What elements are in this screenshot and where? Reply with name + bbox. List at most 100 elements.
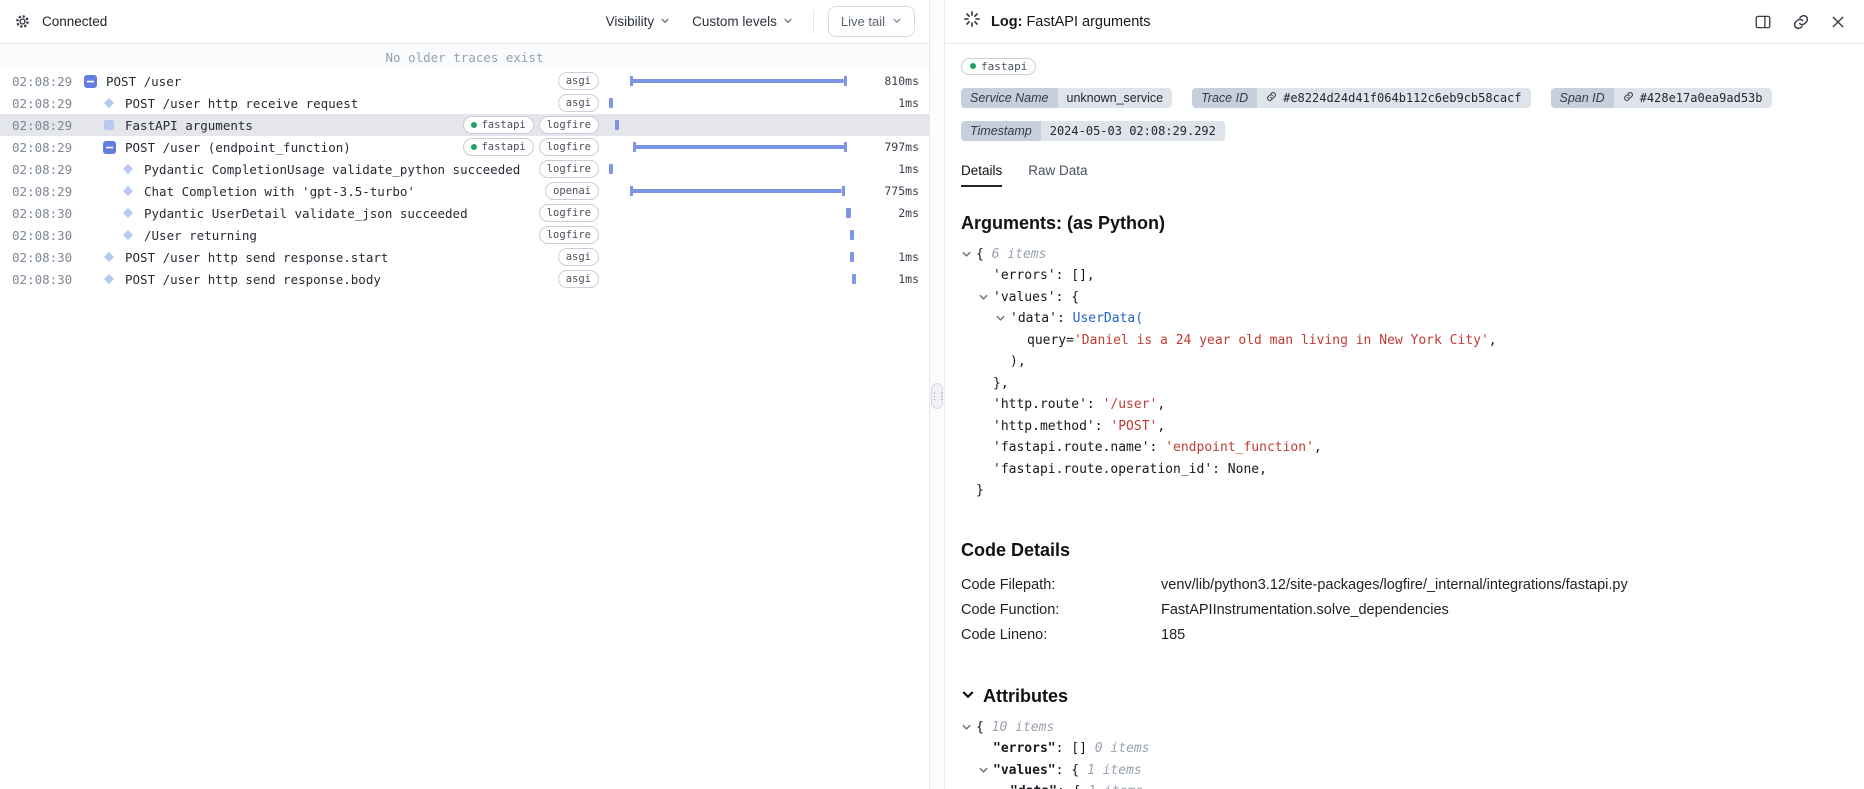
trace-label: FastAPI arguments	[125, 118, 253, 133]
chevron-down-icon	[660, 14, 670, 29]
duration-bar-track	[609, 229, 861, 241]
trace-label: POST /user (endpoint_function)	[125, 140, 351, 155]
chevron-down-icon[interactable]	[961, 686, 975, 707]
duration-bar	[630, 76, 847, 86]
trace-timestamp: 02:08:29	[12, 140, 84, 155]
panel-resize-divider[interactable]: ⋮⋮	[929, 0, 945, 789]
arguments-json-tree: { 6 items'errors': [],'values': {'data':…	[961, 244, 1846, 502]
scope-badge-logfire: logfire	[539, 160, 599, 178]
trace-row[interactable]: 02:08:30Pydantic UserDetail validate_jso…	[0, 202, 929, 224]
scope-badge-asgi: asgi	[558, 72, 599, 90]
dock-panel-icon[interactable]	[1754, 13, 1772, 31]
trace-row[interactable]: 02:08:29 POST /user (endpoint_function) fa…	[0, 136, 929, 158]
trace-row[interactable]: 02:08:29POST /userasgi810ms	[0, 70, 929, 92]
code-detail-value: FastAPIInstrumentation.solve_dependencie…	[1161, 598, 1449, 623]
tree-collapse-chevron-icon[interactable]	[978, 292, 989, 303]
scope-badge-fastapi: fastapi	[463, 138, 533, 156]
json-tree-line: 'http.method': 'POST',	[961, 416, 1846, 438]
green-dot-icon	[471, 122, 477, 128]
duration-bar-track	[609, 75, 861, 87]
trace-label: Pydantic CompletionUsage validate_python…	[144, 162, 520, 177]
badge-group: asgi	[558, 94, 599, 112]
scope-badge-asgi: asgi	[558, 94, 599, 112]
trace-row[interactable]: 02:08:30 POST /user http send response.st…	[0, 246, 929, 268]
trace-timestamp: 02:08:30	[12, 228, 84, 243]
service-name-chip: Service Name unknown_service	[961, 88, 1172, 108]
trace-timestamp: 02:08:29	[12, 184, 84, 199]
json-tree-line: "values": { 1 items	[961, 760, 1846, 782]
tab-raw-data[interactable]: Raw Data	[1028, 163, 1087, 187]
code-detail-value: venv/lib/python3.12/site-packages/logfir…	[1161, 573, 1628, 598]
collapse-square-icon[interactable]	[84, 75, 98, 88]
trace-row[interactable]: 02:08:29Pydantic CompletionUsage validat…	[0, 158, 929, 180]
scope-badge-logfire: logfire	[539, 226, 599, 244]
duration-label: 1ms	[861, 250, 919, 264]
json-tree-line: 'fastapi.route.name': 'endpoint_function…	[961, 437, 1846, 459]
trace-row[interactable]: 02:08:29POST /user http receive requesta…	[0, 92, 929, 114]
badge-group: logfire	[539, 204, 599, 222]
link-icon[interactable]	[1623, 91, 1634, 105]
chevron-down-icon	[892, 14, 902, 29]
trace-row[interactable]: 02:08:29FastAPI argumentsfastapilogfire	[0, 114, 929, 136]
diamond-icon	[122, 207, 136, 219]
trace-label: POST /user http send response.start	[125, 250, 388, 265]
log-details-content: fastapi Service Name unknown_service Tra…	[945, 44, 1864, 789]
duration-bar-track	[609, 163, 861, 175]
duration-label: 1ms	[861, 272, 919, 286]
link-icon[interactable]	[1266, 91, 1277, 105]
meta-row-ids: Service Name unknown_service Trace ID #e…	[961, 88, 1846, 108]
settings-gear-icon[interactable]	[14, 13, 31, 30]
trace-timestamp: 02:08:29	[12, 74, 84, 89]
badge-group: logfire	[539, 160, 599, 178]
connection-status: Connected	[42, 14, 107, 29]
no-older-traces-notice: No older traces exist	[0, 44, 929, 70]
tree-collapse-chevron-icon[interactable]	[961, 249, 972, 260]
custom-levels-dropdown[interactable]: Custom levels	[690, 10, 795, 33]
diamond-icon	[103, 273, 117, 285]
badge-group: asgi	[558, 248, 599, 266]
app-root: Connected Visibility Custom levels Live …	[0, 0, 1864, 789]
meta-row-timestamp: Timestamp 2024-05-03 02:08:29.292	[961, 121, 1846, 141]
scope-badge-openai: openai	[545, 182, 599, 200]
visibility-dropdown[interactable]: Visibility	[604, 10, 673, 33]
close-icon[interactable]	[1830, 14, 1846, 30]
trace-row[interactable]: 02:08:30/User returninglogfire	[0, 224, 929, 246]
log-details-header: Log: FastAPI arguments	[945, 0, 1864, 44]
duration-bar	[850, 230, 854, 240]
toolbar-divider	[813, 10, 814, 34]
duration-bar	[609, 164, 613, 174]
code-detail-label: Code Function:	[961, 598, 1161, 623]
live-tail-button[interactable]: Live tail	[828, 6, 915, 37]
trace-timestamp: 02:08:30	[12, 250, 84, 265]
trace-row[interactable]: 02:08:29Chat Completion with 'gpt-3.5-tu…	[0, 180, 929, 202]
trace-id-value: #e8224d24d41f064b112c6eb9cb58cacf	[1283, 91, 1521, 105]
json-tree-line: { 6 items	[961, 244, 1846, 266]
span-id-chip: Span ID #428e17a0ea9ad53b	[1551, 88, 1772, 108]
duration-bar	[852, 274, 856, 284]
trace-id-chip: Trace ID #e8224d24d41f064b112c6eb9cb58ca…	[1192, 88, 1530, 108]
trace-explorer-panel: Connected Visibility Custom levels Live …	[0, 0, 929, 789]
tree-collapse-chevron-icon[interactable]	[961, 722, 972, 733]
span-id-value: #428e17a0ea9ad53b	[1640, 91, 1763, 105]
code-detail-value: 185	[1161, 623, 1185, 648]
diamond-icon	[122, 163, 136, 175]
json-tree-line: "errors": [] 0 items	[961, 738, 1846, 760]
copy-link-icon[interactable]	[1792, 13, 1810, 31]
attributes-heading: Attributes	[961, 686, 1846, 707]
duration-bar	[633, 142, 847, 152]
resize-handle-icon[interactable]: ⋮⋮	[931, 383, 943, 409]
tree-collapse-chevron-icon[interactable]	[995, 313, 1006, 324]
duration-bar-track	[609, 185, 861, 197]
trace-row[interactable]: 02:08:30POST /user http send response.bo…	[0, 268, 929, 290]
duration-label: 2ms	[861, 206, 919, 220]
green-dot-icon	[471, 144, 477, 150]
tab-details[interactable]: Details	[961, 163, 1002, 187]
collapse-square-icon[interactable]	[103, 141, 117, 154]
duration-bar	[850, 252, 854, 262]
json-tree-line: { 10 items	[961, 717, 1846, 739]
duration-bar	[630, 186, 844, 196]
tree-collapse-chevron-icon[interactable]	[978, 765, 989, 776]
log-spark-icon	[963, 10, 981, 33]
trace-timestamp: 02:08:30	[12, 272, 84, 287]
scope-badge-asgi: asgi	[558, 270, 599, 288]
